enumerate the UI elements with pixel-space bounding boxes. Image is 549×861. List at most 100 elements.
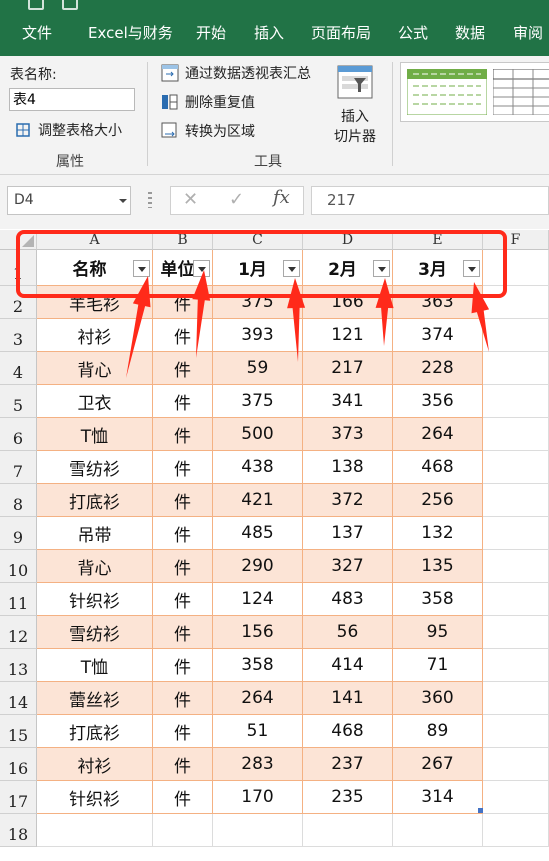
- table-cell[interactable]: 283: [213, 748, 303, 781]
- table-cell[interactable]: 件: [153, 451, 213, 484]
- grid-cell[interactable]: [483, 781, 549, 814]
- grid-cell[interactable]: [483, 715, 549, 748]
- table-cell[interactable]: 件: [153, 748, 213, 781]
- grid-cell[interactable]: [483, 319, 549, 352]
- table-cell[interactable]: 138: [303, 451, 393, 484]
- table-cell[interactable]: 件: [153, 550, 213, 583]
- row-header[interactable]: 3: [0, 319, 37, 352]
- table-cell[interactable]: 235: [303, 781, 393, 814]
- table-resize-handle[interactable]: [478, 808, 483, 813]
- table-cell[interactable]: 背心: [37, 352, 153, 385]
- table-cell[interactable]: 372: [303, 484, 393, 517]
- table-cell[interactable]: 237: [303, 748, 393, 781]
- grid-cell[interactable]: [393, 814, 483, 847]
- table-cell[interactable]: 170: [213, 781, 303, 814]
- table-cell[interactable]: 267: [393, 748, 483, 781]
- table-cell[interactable]: 打底衫: [37, 484, 153, 517]
- table-cell[interactable]: 打底衫: [37, 715, 153, 748]
- filter-dropdown-icon[interactable]: [193, 260, 210, 277]
- table-cell[interactable]: 485: [213, 517, 303, 550]
- table-cell[interactable]: 256: [393, 484, 483, 517]
- table-style-green[interactable]: [407, 69, 487, 115]
- table-cell[interactable]: 414: [303, 649, 393, 682]
- tab-page-layout[interactable]: 页面布局: [311, 22, 371, 43]
- grid-cell[interactable]: [483, 748, 549, 781]
- grid-cell[interactable]: [483, 451, 549, 484]
- table-cell[interactable]: 156: [213, 616, 303, 649]
- enter-icon[interactable]: ✓: [229, 189, 244, 210]
- table-cell[interactable]: 蕾丝衫: [37, 682, 153, 715]
- table-cell[interactable]: 375: [213, 286, 303, 319]
- table-cell[interactable]: 95: [393, 616, 483, 649]
- table-cell[interactable]: 背心: [37, 550, 153, 583]
- table-cell[interactable]: 件: [153, 418, 213, 451]
- table-cell[interactable]: 件: [153, 682, 213, 715]
- tab-excel-finance[interactable]: Excel与财务: [88, 22, 173, 43]
- name-box[interactable]: D4: [7, 186, 131, 215]
- table-style-grey[interactable]: [493, 69, 549, 115]
- tab-home[interactable]: 开始: [196, 22, 226, 43]
- row-header[interactable]: 16: [0, 748, 37, 781]
- row-header[interactable]: 18: [0, 814, 37, 847]
- table-cell[interactable]: 雪纺衫: [37, 616, 153, 649]
- table-header-cell[interactable]: 3月: [393, 250, 483, 286]
- row-header[interactable]: 14: [0, 682, 37, 715]
- grid-cell[interactable]: [483, 286, 549, 319]
- row-header[interactable]: 15: [0, 715, 37, 748]
- table-cell[interactable]: 421: [213, 484, 303, 517]
- table-cell[interactable]: 卫衣: [37, 385, 153, 418]
- grid-cell[interactable]: [483, 385, 549, 418]
- table-cell[interactable]: 件: [153, 286, 213, 319]
- table-cell[interactable]: 363: [393, 286, 483, 319]
- grid-cell[interactable]: [483, 550, 549, 583]
- table-cell[interactable]: 358: [213, 649, 303, 682]
- table-cell[interactable]: 375: [213, 385, 303, 418]
- grid-cell[interactable]: [303, 814, 393, 847]
- grid-cell[interactable]: [483, 682, 549, 715]
- grid-cell[interactable]: [483, 616, 549, 649]
- table-cell[interactable]: 件: [153, 616, 213, 649]
- row-header[interactable]: 10: [0, 550, 37, 583]
- row-header[interactable]: 1: [0, 250, 37, 286]
- grid-cell[interactable]: [483, 649, 549, 682]
- cancel-icon[interactable]: ✕: [183, 189, 198, 210]
- column-header-c[interactable]: C: [213, 230, 303, 250]
- table-cell[interactable]: 500: [213, 418, 303, 451]
- table-header-cell[interactable]: 名称: [37, 250, 153, 286]
- table-cell[interactable]: 264: [393, 418, 483, 451]
- table-cell[interactable]: 羊毛衫: [37, 286, 153, 319]
- table-cell[interactable]: 228: [393, 352, 483, 385]
- row-header[interactable]: 6: [0, 418, 37, 451]
- table-cell[interactable]: 393: [213, 319, 303, 352]
- resize-table-button[interactable]: 调整表格大小: [14, 120, 122, 140]
- row-header[interactable]: 13: [0, 649, 37, 682]
- insert-slicer-button[interactable]: 插入 切片器: [330, 62, 380, 146]
- table-cell[interactable]: 件: [153, 484, 213, 517]
- grid-cell[interactable]: [483, 484, 549, 517]
- table-cell[interactable]: 341: [303, 385, 393, 418]
- table-cell[interactable]: T恤: [37, 649, 153, 682]
- tab-file[interactable]: 文件: [22, 22, 52, 43]
- column-header-e[interactable]: E: [393, 230, 483, 250]
- table-cell[interactable]: 217: [303, 352, 393, 385]
- table-cell[interactable]: 360: [393, 682, 483, 715]
- table-header-cell[interactable]: 2月: [303, 250, 393, 286]
- tab-formulas[interactable]: 公式: [398, 22, 428, 43]
- grid-cell[interactable]: [483, 418, 549, 451]
- table-cell[interactable]: 356: [393, 385, 483, 418]
- row-header[interactable]: 2: [0, 286, 37, 319]
- column-header-d[interactable]: D: [303, 230, 393, 250]
- column-header-f[interactable]: F: [483, 230, 549, 250]
- table-cell[interactable]: 137: [303, 517, 393, 550]
- grid-cell[interactable]: [483, 250, 549, 286]
- tab-review[interactable]: 审阅: [513, 22, 543, 43]
- row-header[interactable]: 12: [0, 616, 37, 649]
- table-cell[interactable]: 件: [153, 517, 213, 550]
- table-name-input[interactable]: 表4: [9, 88, 135, 111]
- save-icon[interactable]: [28, 0, 44, 10]
- table-cell[interactable]: T恤: [37, 418, 153, 451]
- grid-cell[interactable]: [483, 352, 549, 385]
- row-header[interactable]: 11: [0, 583, 37, 616]
- table-cell[interactable]: 141: [303, 682, 393, 715]
- grid-cell[interactable]: [37, 814, 153, 847]
